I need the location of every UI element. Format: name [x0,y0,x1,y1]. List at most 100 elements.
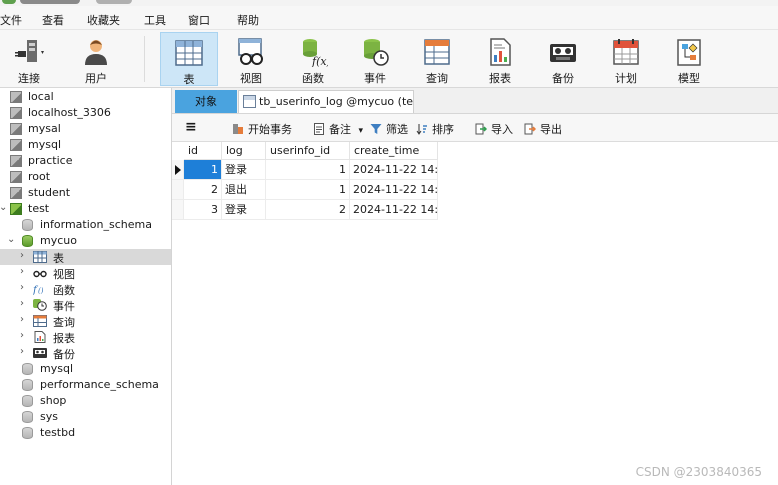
tree-item-label: testbd [40,426,76,439]
column-header-log[interactable]: log [222,142,266,160]
tree-database-sys[interactable]: sys [0,409,171,425]
tree-connection-mysal[interactable]: mysal [0,121,171,137]
column-header-id[interactable]: id [184,142,222,160]
menu-favorites[interactable]: 收藏夹 [87,12,120,28]
filter-button[interactable]: 筛选 [370,121,408,137]
editor-tab-bar: 对象 tb_userinfo_log @mycuo (te... [172,88,778,114]
tree-item-label: 备份 [53,348,75,361]
query-button[interactable]: 查询 [408,32,466,86]
tab-table-data[interactable]: tb_userinfo_log @mycuo (te... [238,90,414,113]
tree-database-testbd[interactable]: testbd [0,425,171,441]
menu-tools[interactable]: 工具 [144,12,166,28]
tree-connection-root[interactable]: root [0,169,171,185]
column-header-userinfo-id[interactable]: userinfo_id [266,142,350,160]
tree-connection-mysql[interactable]: mysql [0,137,171,153]
tree-item-label: root [28,170,51,183]
chevron-right-icon[interactable]: › [20,250,24,261]
menu-icon[interactable]: ≡ [185,119,197,135]
database-icon [22,395,33,407]
table-cell[interactable]: 登录 [222,160,266,180]
view-button[interactable]: 视图 [222,32,280,86]
note-button[interactable]: 备注 ▾ [313,121,363,137]
report-button[interactable]: 报表 [471,32,529,86]
chevron-right-icon[interactable]: › [20,298,24,309]
database-icon [22,379,33,391]
table-cell[interactable]: 3 [184,200,222,220]
model-diagram-icon [677,39,701,66]
table-cell[interactable]: 2024-11-22 14:5 [350,160,438,180]
chevron-down-icon[interactable]: ⌄ [7,234,15,245]
tree-item-label: mysal [28,122,61,135]
tree-node-views[interactable]: › 视图 [0,265,171,281]
chevron-right-icon[interactable]: › [20,266,24,277]
chevron-down-icon[interactable]: ⌄ [0,202,7,213]
tree-database-shop[interactable]: shop [0,393,171,409]
view-glasses-icon [33,270,47,278]
tree-item-label: 查询 [53,316,75,329]
connection-button[interactable]: 连接 [0,32,58,86]
table-cell[interactable]: 2 [184,180,222,200]
begin-transaction-button[interactable]: 开始事务 [232,121,292,137]
tree-item-label: 报表 [53,332,75,345]
tree-database-mycuo[interactable]: ⌄ mycuo [0,233,171,249]
tree-database-information-schema[interactable]: information_schema [0,217,171,233]
table-cell[interactable]: 1 [266,160,350,180]
menu-help[interactable]: 帮助 [237,12,259,28]
function-label: 函数 [302,72,324,85]
table-button[interactable]: 表 [160,32,218,86]
sort-icon [416,124,427,135]
menu-view[interactable]: 查看 [42,12,64,28]
menu-file[interactable]: 文件 [0,12,22,28]
user-button[interactable]: 用户 [67,32,125,86]
tree-connection-student[interactable]: student [0,185,171,201]
title-remnant [96,0,132,4]
table-cell[interactable]: 2024-11-22 14:5 [350,180,438,200]
backup-button[interactable]: 备份 [534,32,592,86]
column-header-create-time[interactable]: create_time [350,142,438,160]
table-cell[interactable]: 2 [266,200,350,220]
open-connection-icon [10,203,22,215]
model-button[interactable]: 模型 [660,32,718,86]
chevron-right-icon[interactable]: › [20,314,24,325]
tree-node-reports[interactable]: › 报表 [0,329,171,345]
import-button[interactable]: 导入 [475,121,513,137]
tab-objects[interactable]: 对象 [175,90,237,113]
tree-item-label: mysql [28,138,61,151]
event-button[interactable]: 事件 [346,32,404,86]
function-button[interactable]: f(x) 函数 [284,32,342,86]
backup-icon [33,348,47,358]
tree-node-events[interactable]: › 事件 [0,297,171,313]
row-header[interactable] [172,180,184,200]
table-cell[interactable]: 2024-11-22 14:5 [350,200,438,220]
tree-database-mysql[interactable]: mysql [0,361,171,377]
table-cell[interactable]: 登录 [222,200,266,220]
report-label: 报表 [489,72,511,85]
sort-button[interactable]: 排序 [416,121,454,137]
tree-node-backups[interactable]: › 备份 [0,345,171,361]
menu-window[interactable]: 窗口 [188,12,210,28]
tree-node-functions[interactable]: › f() 函数 [0,281,171,297]
tree-connection-local[interactable]: local [0,89,171,105]
chevron-right-icon[interactable]: › [20,330,24,341]
row-header[interactable] [172,200,184,220]
export-button[interactable]: 导出 [524,121,562,137]
schedule-button[interactable]: 计划 [597,32,655,86]
backup-icon [550,44,576,62]
tree-node-queries[interactable]: › 查询 [0,313,171,329]
data-toolbar: ≡ 开始事务 备注 ▾ 筛选 排序 导入 导出 [172,114,778,142]
sort-label: 排序 [432,123,454,136]
chevron-down-icon[interactable]: ▾ [359,126,364,136]
tree-connection-localhost-3306[interactable]: localhost_3306 [0,105,171,121]
chevron-right-icon[interactable]: › [20,282,24,293]
tree-connection-practice[interactable]: practice [0,153,171,169]
tree-database-performance-schema[interactable]: performance_schema [0,377,171,393]
chevron-right-icon[interactable]: › [20,346,24,357]
row-header[interactable] [172,160,184,180]
tree-node-tables[interactable]: › 表 [0,249,171,265]
tree-connection-test[interactable]: ⌄ test [0,201,171,217]
table-cell[interactable]: 1 [266,180,350,200]
table-cell[interactable]: 退出 [222,180,266,200]
tree-item-label: student [28,186,71,199]
connection-icon [10,91,22,103]
table-cell[interactable]: 1 [184,160,222,180]
